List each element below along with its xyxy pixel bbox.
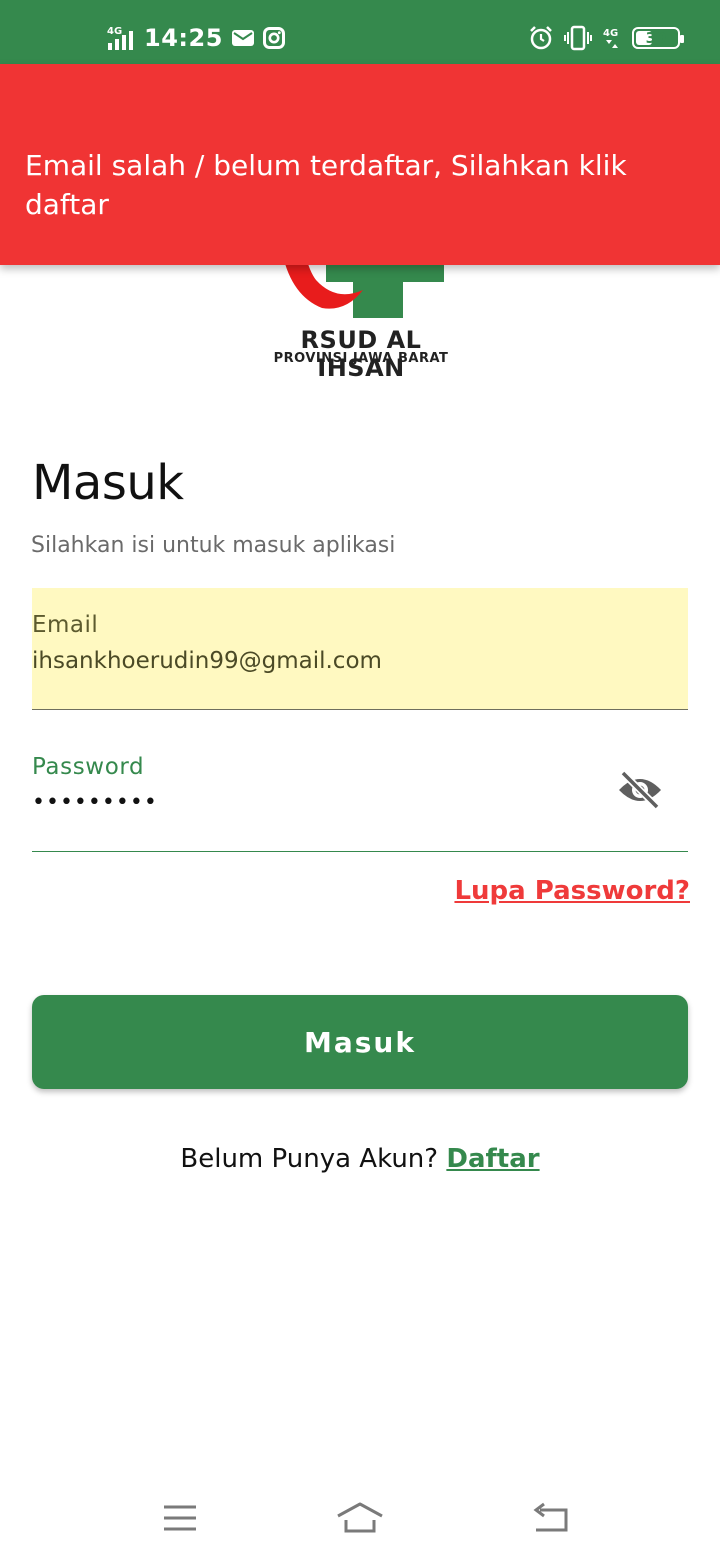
network-type-label: 4G: [107, 26, 122, 37]
eye-off-icon: [619, 770, 661, 810]
vibrate-icon: [564, 25, 592, 51]
back-icon: [533, 1502, 568, 1532]
login-button[interactable]: Masuk: [32, 995, 688, 1089]
email-input[interactable]: ihsankhoerudin99@gmail.com: [32, 648, 382, 674]
network-icon: 4G: [602, 25, 622, 51]
signal-icon: 4G: [106, 25, 136, 51]
battery-icon: 39: [632, 27, 684, 49]
password-visibility-toggle[interactable]: [616, 770, 664, 810]
status-right: 4G 39: [528, 22, 684, 54]
email-field[interactable]: Email ihsankhoerudin99@gmail.com: [32, 588, 688, 710]
forgot-password-link[interactable]: Lupa Password?: [454, 876, 690, 906]
navigation-bar: [0, 1480, 720, 1560]
error-banner: Email salah / belum terdaftar, Silahkan …: [0, 64, 720, 265]
back-nav-button[interactable]: [526, 1498, 574, 1538]
status-left: 4G 14:25: [106, 22, 285, 54]
register-link[interactable]: Daftar: [446, 1144, 539, 1174]
status-bar: 4G 14:25 4G 39: [0, 0, 720, 64]
logo-subtitle: PROVINSI JAWA BARAT: [273, 351, 449, 366]
email-label: Email: [32, 612, 99, 638]
clock: 14:25: [144, 24, 223, 52]
register-prompt: Belum Punya Akun?: [180, 1144, 439, 1174]
network-type-label-right: 4G: [603, 28, 618, 39]
register-row: Belum Punya Akun? Daftar: [0, 1144, 720, 1174]
password-field[interactable]: Password •••••••••: [32, 730, 688, 852]
menu-icon: [164, 1505, 196, 1531]
password-input[interactable]: •••••••••: [32, 790, 158, 815]
page-subtitle: Silahkan isi untuk masuk aplikasi: [31, 533, 396, 558]
instagram-icon: [262, 27, 285, 49]
menu-nav-button[interactable]: [156, 1498, 204, 1538]
battery-level: 39: [645, 29, 667, 47]
error-message: Email salah / belum terdaftar, Silahkan …: [25, 149, 627, 221]
mail-icon: [231, 28, 255, 48]
home-nav-button[interactable]: [336, 1498, 384, 1538]
home-icon: [337, 1502, 383, 1533]
alarm-icon: [528, 25, 554, 51]
page-title: Masuk: [32, 455, 184, 511]
password-label: Password: [32, 754, 145, 780]
